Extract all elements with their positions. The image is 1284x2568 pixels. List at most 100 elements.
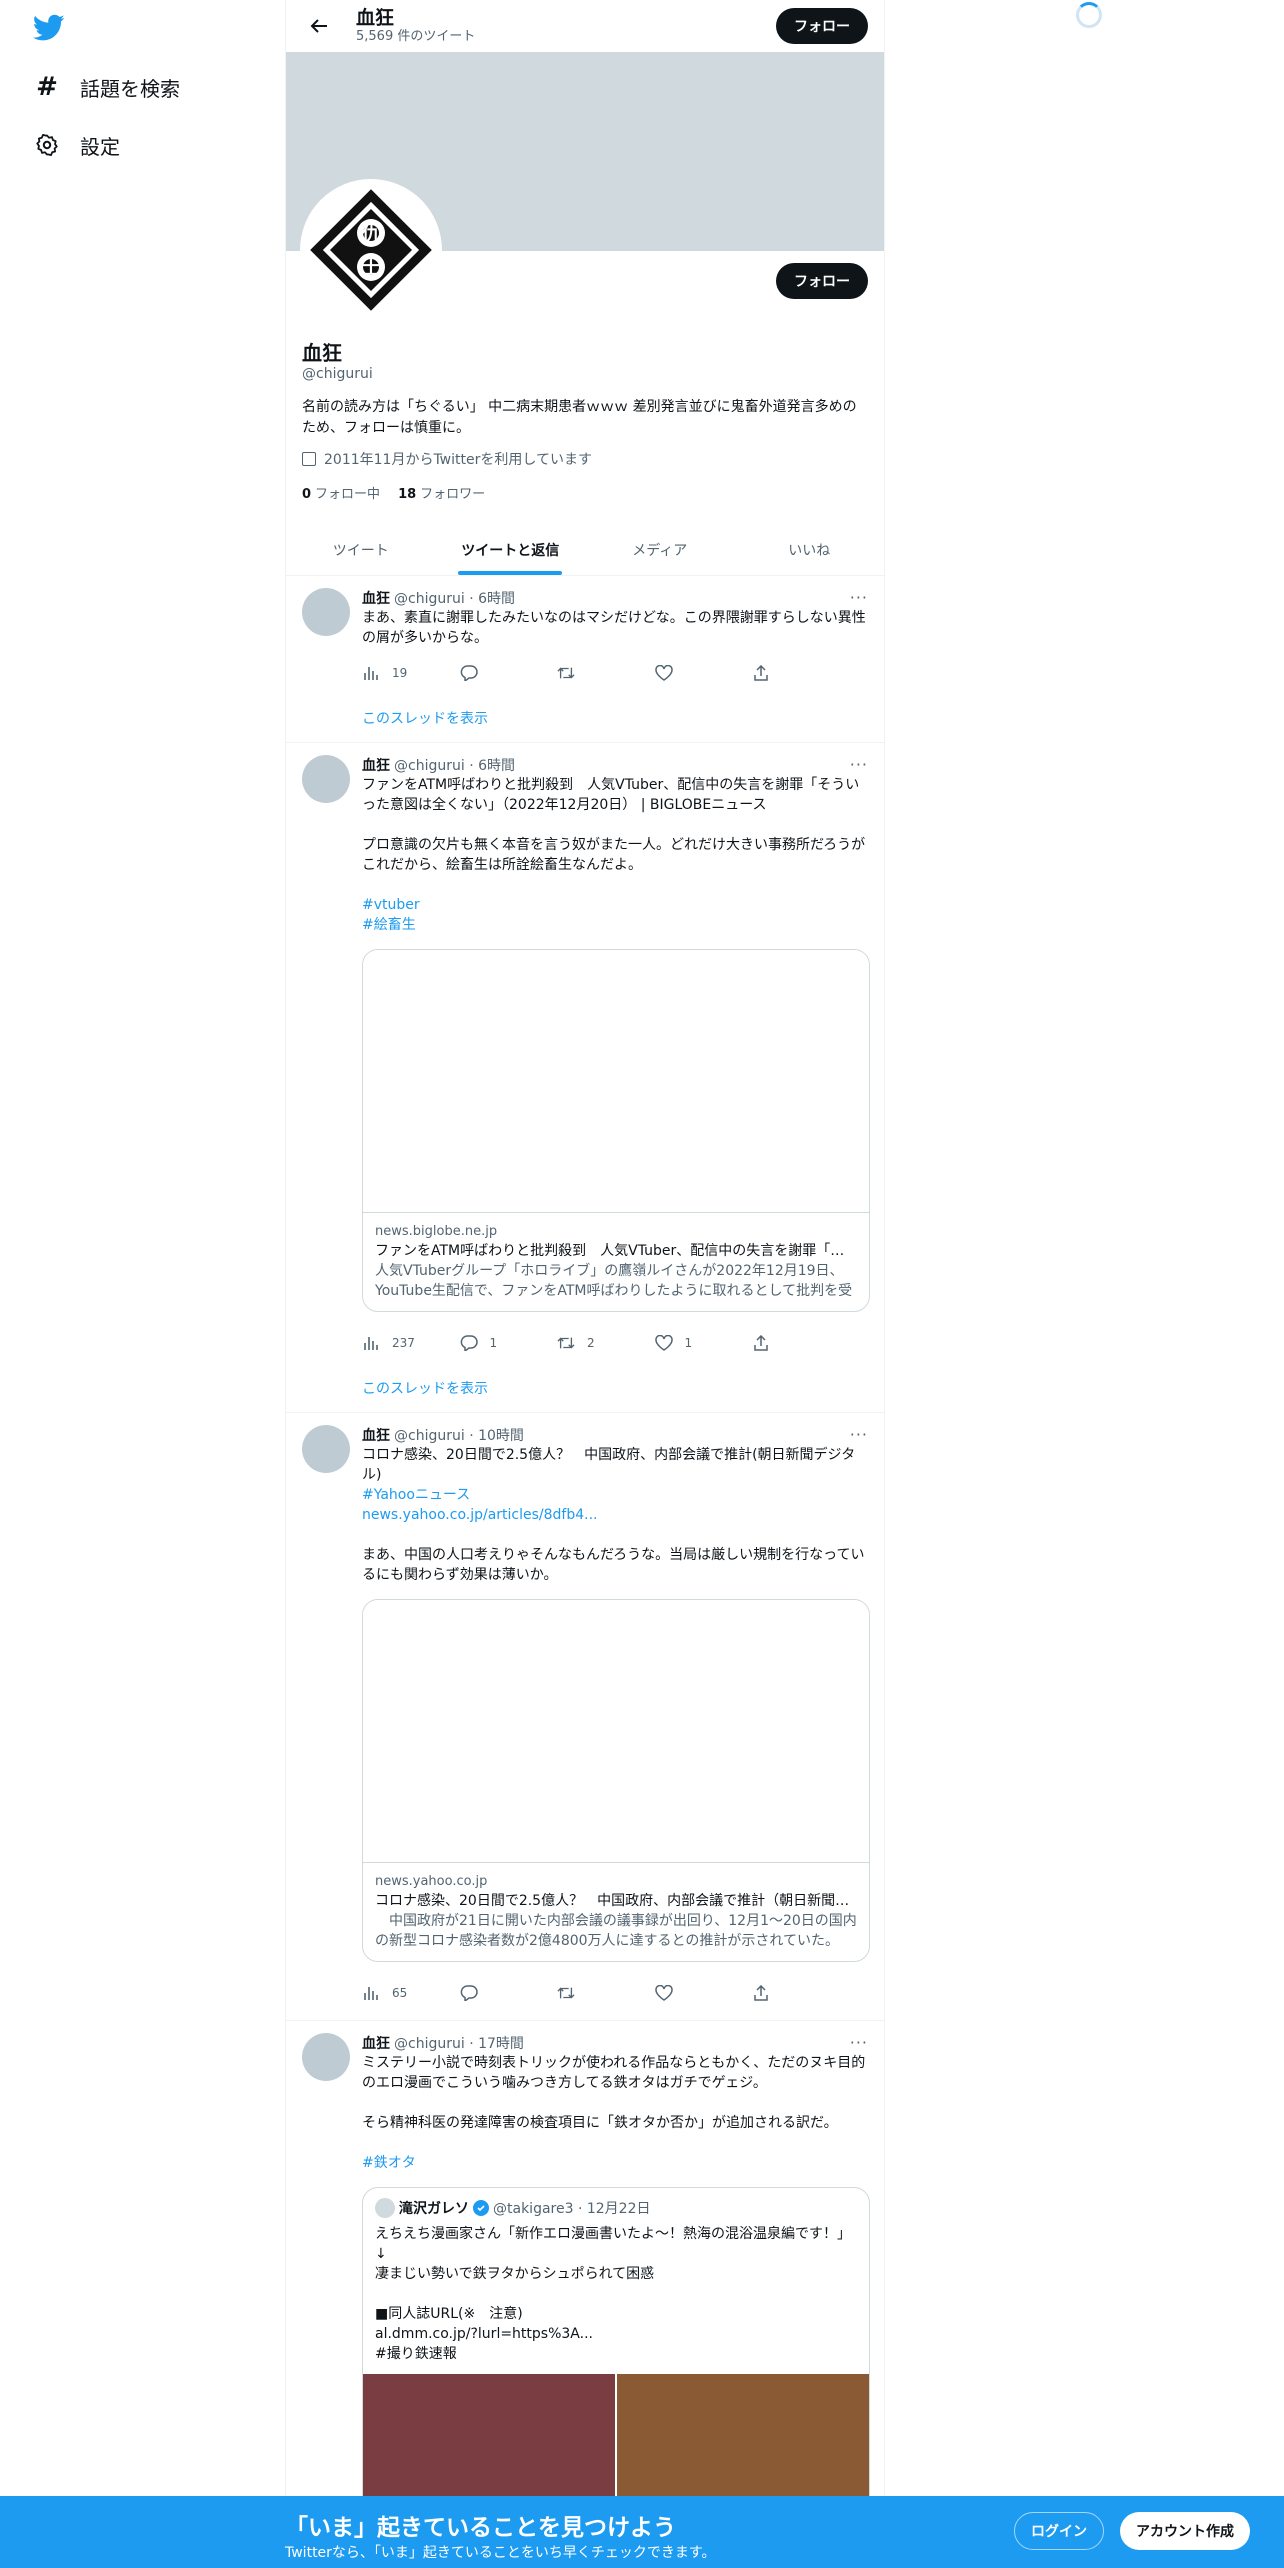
tab-tweets[interactable]: ツイート — [286, 524, 436, 575]
retweet-button[interactable] — [557, 1984, 655, 2002]
share-button[interactable] — [752, 1334, 782, 1352]
profile-head: 仇 士 フォロー — [286, 179, 884, 341]
nav-settings-label: 設定 — [80, 134, 120, 159]
retweet-button[interactable] — [557, 664, 655, 682]
share-button[interactable] — [752, 1984, 782, 2002]
card-image — [363, 1600, 869, 1863]
quote-image — [617, 2374, 869, 2500]
nav-settings[interactable]: 設定 — [34, 120, 120, 170]
views-icon — [362, 664, 380, 682]
retweet-button[interactable]: 2 — [557, 1334, 655, 1352]
tweet-text-continued: まあ、中国の人口考えりゃそんなもんだろうな。当局は厳しい規制を行なっているにも関… — [362, 1547, 865, 1583]
tweet-author[interactable]: 血狂 — [362, 1425, 390, 1445]
tweet[interactable]: ··· 血狂 @chigurui · 10時間 コロナ感染、20日間で2.5億人？… — [286, 1413, 884, 2021]
signup-button[interactable]: アカウント作成 — [1120, 2512, 1250, 2550]
views-button[interactable]: 19 — [362, 664, 460, 682]
tab-media[interactable]: メディア — [585, 524, 735, 575]
card-domain: news.biglobe.ne.jp — [375, 1224, 498, 1239]
avatar-glyph-bottom: 士 — [362, 258, 380, 279]
hashtag-icon: # — [36, 72, 58, 102]
tweet-actions: 65 — [362, 1972, 782, 2014]
hashtag-link[interactable]: #鉄オタ — [362, 2153, 868, 2173]
views-count: 65 — [392, 1986, 408, 2000]
card-domain: news.yahoo.co.jp — [375, 1874, 488, 1889]
following-label: フォロー中 — [315, 487, 381, 502]
heart-icon — [654, 1334, 673, 1352]
views-button[interactable]: 65 — [362, 1984, 460, 2002]
url-link[interactable]: news.yahoo.co.jp/articles/8dfb4... — [362, 1505, 868, 1525]
more-icon[interactable]: ··· — [850, 755, 868, 774]
profile-tabs: ツイート ツイートと返信 メディア いいね — [286, 524, 884, 576]
more-icon[interactable]: ··· — [850, 1425, 868, 1444]
profile-timeline: 血狂 5,569 件のツイート フォロー 仇 士 フォロー 血狂 @chigur… — [285, 0, 885, 2500]
like-button[interactable] — [654, 1984, 753, 2002]
calendar-icon — [302, 452, 316, 466]
following-link[interactable]: 0 フォロー中 — [302, 483, 380, 502]
views-button[interactable]: 237 — [362, 1334, 460, 1352]
like-button[interactable]: 1 — [654, 1334, 753, 1352]
tweet[interactable]: ··· 血狂 @chigurui · 6時間 まあ、素直に謝罪したみたいなのはマシ… — [286, 576, 884, 743]
profile-follow-button[interactable]: フォロー — [776, 263, 868, 299]
reply-count: 1 — [489, 1336, 498, 1350]
card-title: コロナ感染、20日間で2.5億人？ 中国政府、内部会議で推計（朝日新聞デジタル） — [375, 1893, 857, 1909]
show-thread-link[interactable]: このスレッドを表示 — [362, 694, 868, 742]
tweet-actions: 237 1 2 1 — [362, 1322, 782, 1364]
tweet[interactable]: ··· 血狂 @chigurui · 17時間 ミステリー小説で時刻表トリックが使… — [286, 2021, 884, 2500]
show-thread-link[interactable]: このスレッドを表示 — [362, 1364, 868, 1412]
hashtag-link[interactable]: #vtuber — [362, 895, 868, 915]
loading-spinner-icon — [1076, 2, 1102, 28]
quote-author: 滝沢ガレソ — [399, 2201, 469, 2217]
tweet-avatar[interactable] — [302, 755, 350, 803]
link-card[interactable]: news.yahoo.co.jp コロナ感染、20日間で2.5億人？ 中国政府、… — [362, 1599, 870, 1962]
tab-tweets-replies[interactable]: ツイートと返信 — [436, 524, 586, 575]
tweet[interactable]: ··· 血狂 @chigurui · 6時間 ファンをATM呼ばわりと批判殺到 人… — [286, 743, 884, 1413]
tab-likes[interactable]: いいね — [735, 524, 885, 575]
tweet-handle-time: @chigurui · 6時間 — [394, 758, 515, 774]
tweet-avatar[interactable] — [302, 1425, 350, 1473]
tweet-avatar[interactable] — [302, 2033, 350, 2081]
reply-button[interactable]: 1 — [460, 1334, 558, 1352]
hashtag-link[interactable]: #Yahooニュース — [362, 1485, 868, 1505]
tweet-handle-time: @chigurui · 6時間 — [394, 591, 515, 607]
retweet-icon — [557, 664, 575, 682]
avatar-glyph-top: 仇 — [362, 223, 380, 245]
verified-badge-icon — [473, 2200, 489, 2216]
nav-explore-label: 話題を検索 — [80, 76, 180, 101]
quote-handle-time: @takigare3 · 12月22日 — [493, 2201, 651, 2217]
hashtag-link[interactable]: #絵畜生 — [362, 915, 868, 935]
more-icon[interactable]: ··· — [850, 588, 868, 607]
quoted-tweet[interactable]: 滝沢ガレソ @takigare3 · 12月22日 えちえち漫画家さん「新作エロ… — [362, 2187, 870, 2500]
reply-button[interactable] — [460, 1984, 558, 2002]
like-count: 1 — [684, 1336, 693, 1350]
reply-button[interactable] — [460, 664, 558, 682]
share-icon — [752, 1984, 770, 2002]
like-button[interactable] — [654, 664, 753, 682]
card-title: ファンをATM呼ばわりと批判殺到 人気VTuber、配信中の失言を謝罪「そういっ… — [375, 1243, 857, 1259]
header-follow-button[interactable]: フォロー — [776, 8, 868, 44]
tweet-avatar[interactable] — [302, 588, 350, 636]
tweet-text: コロナ感染、20日間で2.5億人？ 中国政府、内部会議で推計(朝日新聞デジタル) — [362, 1447, 856, 1483]
card-description: 人気VTuberグループ「ホロライブ」の鷹嶺ルイさんが2022年12月19日、Y… — [375, 1263, 853, 1299]
login-button[interactable]: ログイン — [1014, 2512, 1104, 2550]
followers-link[interactable]: 18 フォロワー — [398, 483, 485, 502]
more-icon[interactable]: ··· — [850, 2033, 868, 2052]
tweet-handle-time: @chigurui · 17時間 — [394, 2036, 524, 2052]
share-button[interactable] — [752, 664, 782, 682]
profile-stats: 0 フォロー中 18 フォロワー — [302, 483, 868, 502]
link-card[interactable]: news.biglobe.ne.jp ファンをATM呼ばわりと批判殺到 人気VT… — [362, 949, 870, 1312]
twitter-bird-icon[interactable] — [32, 14, 65, 44]
heart-icon — [654, 1984, 673, 2002]
profile-header-bar: 血狂 5,569 件のツイート フォロー — [286, 0, 884, 52]
followers-label: フォロワー — [420, 487, 486, 502]
tweet-author[interactable]: 血狂 — [362, 2033, 390, 2053]
signup-banner: 「いま」起きていることを見つけよう Twitterなら、「いま」起きていることを… — [0, 2496, 1284, 2568]
tweet-author[interactable]: 血狂 — [362, 755, 390, 775]
tweet-text: ファンをATM呼ばわりと批判殺到 人気VTuber、配信中の失言を謝罪「そういっ… — [362, 777, 866, 873]
reply-icon — [460, 1984, 478, 2002]
back-arrow-icon[interactable] — [302, 9, 336, 43]
tweet-author[interactable]: 血狂 — [362, 588, 390, 608]
tweet-text: まあ、素直に謝罪したみたいなのはマシだけどな。この界隈謝罪すらしない異性の屑が多… — [362, 610, 866, 646]
profile-avatar[interactable]: 仇 士 — [300, 179, 442, 321]
nav-explore[interactable]: # 話題を検索 — [34, 62, 180, 112]
reply-icon — [460, 1334, 478, 1352]
